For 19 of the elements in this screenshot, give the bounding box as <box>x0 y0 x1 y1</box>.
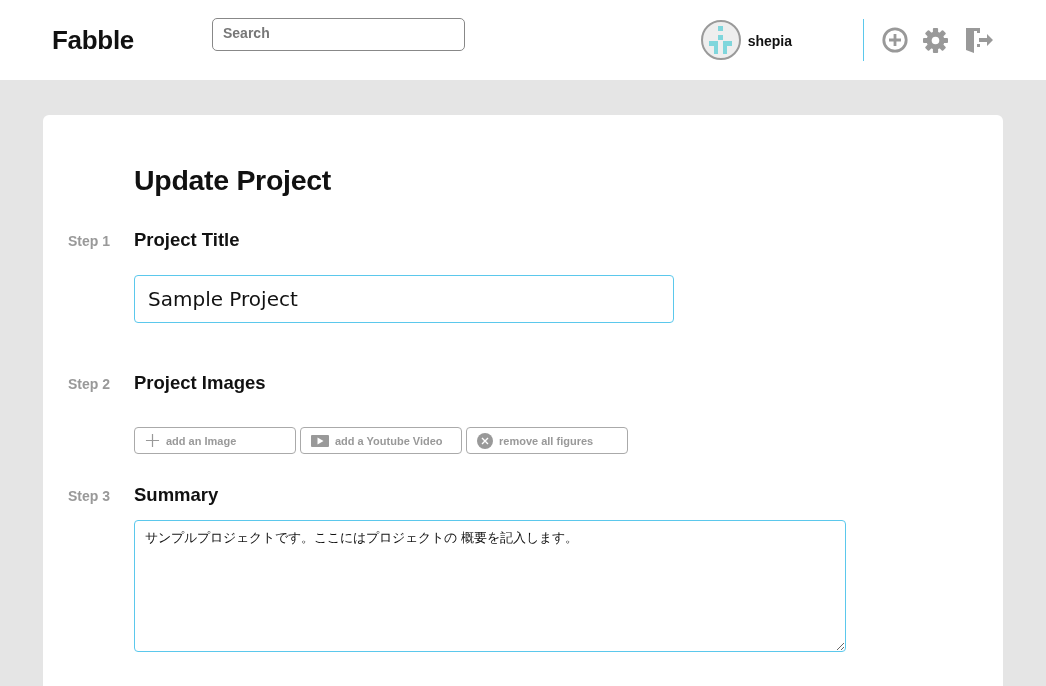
step-label: Step 1 <box>68 233 110 249</box>
step-label: Step 2 <box>68 376 110 392</box>
step-label: Step 3 <box>68 488 110 504</box>
plus-icon <box>145 433 160 448</box>
page-title: Update Project <box>134 163 331 198</box>
user-name[interactable]: shepia <box>747 33 792 49</box>
add-icon[interactable] <box>882 27 908 53</box>
section-heading: Project Title <box>134 228 240 252</box>
remove-icon <box>477 432 493 449</box>
avatar-icon[interactable] <box>700 20 741 60</box>
section-heading: Project Images <box>134 371 266 395</box>
title-field[interactable]: Sample Project <box>134 275 674 323</box>
summary-field[interactable]: サンプルプロジェクトです。ここにはプロジェクトの 概要を記入します。 <box>134 520 846 652</box>
search-field[interactable]: Search <box>212 18 465 51</box>
logo[interactable]: Fabble <box>52 24 134 56</box>
play-icon <box>311 434 329 447</box>
section-heading: Summary <box>134 483 219 507</box>
settings-icon[interactable] <box>923 27 948 53</box>
exit-icon[interactable] <box>965 27 993 53</box>
